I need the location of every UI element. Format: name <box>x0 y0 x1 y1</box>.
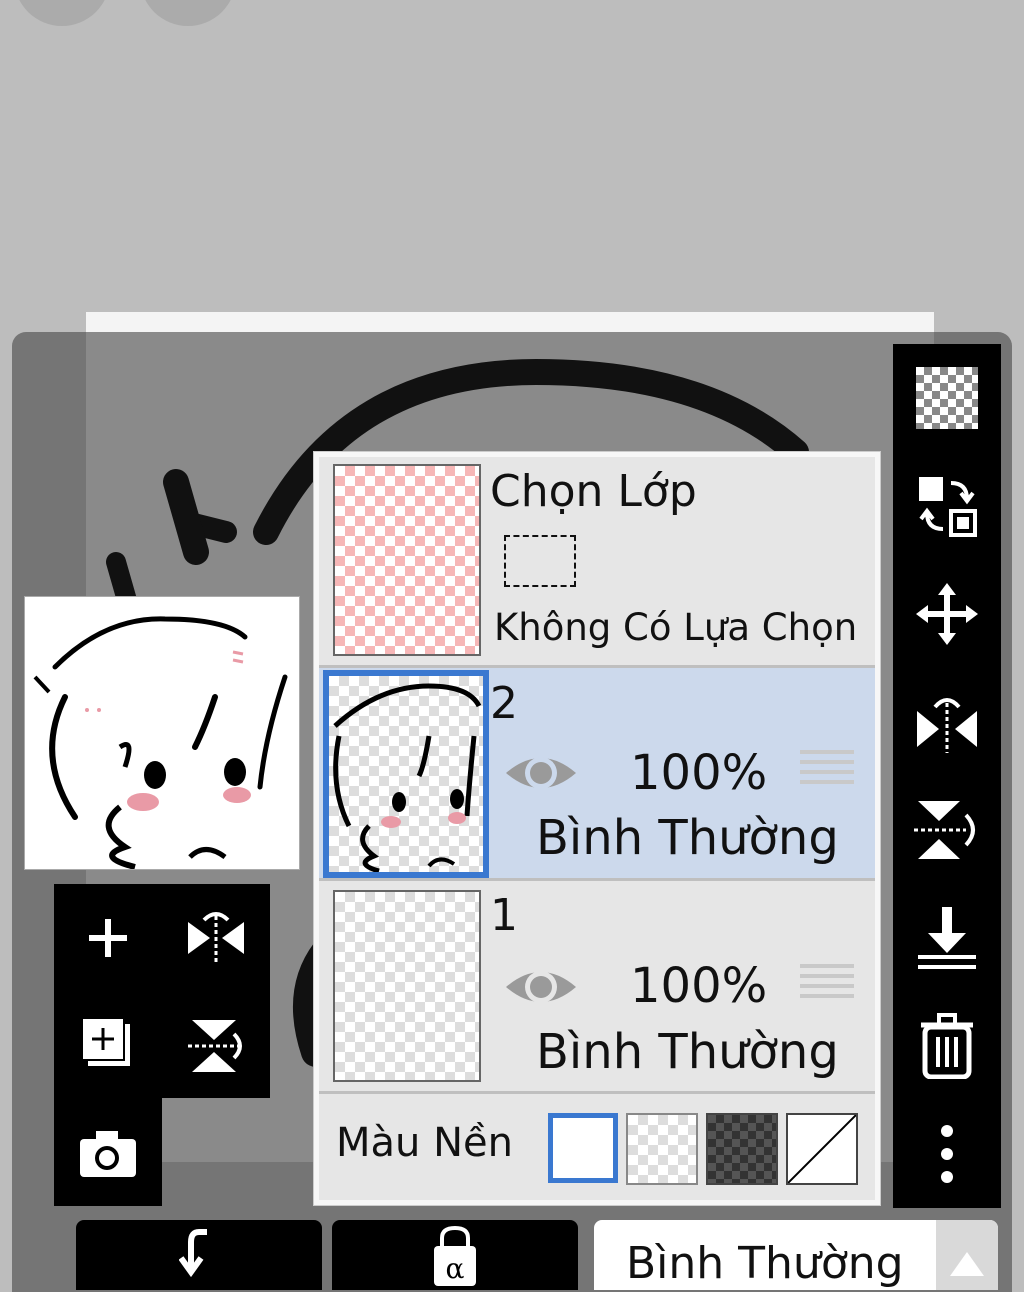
right-toolbar <box>893 344 1001 1208</box>
layer-1-thumbnail[interactable] <box>333 890 481 1082</box>
drag-handle-icon[interactable] <box>800 750 854 790</box>
layer-2-drawing <box>333 683 482 874</box>
preview-drawing <box>33 616 288 869</box>
layer-2-thumbnail[interactable] <box>323 670 489 878</box>
background-label: Màu Nền <box>336 1120 513 1166</box>
add-layer-icon[interactable] <box>58 888 158 988</box>
layer-2-blend: Bình Thường <box>536 810 839 866</box>
diagonal-icon <box>787 1114 857 1184</box>
layer-2-name: 2 <box>490 678 518 729</box>
layer-1-name: 1 <box>490 890 518 941</box>
selection-status: Không Có Lựa Chọn <box>494 606 858 649</box>
add-canvas-layer-icon[interactable] <box>58 996 158 1096</box>
merge-down-icon[interactable] <box>893 898 1001 978</box>
eye-icon[interactable] <box>504 748 578 802</box>
layer-1-opacity[interactable]: 100% <box>630 958 767 1014</box>
trash-icon[interactable] <box>893 1006 1001 1086</box>
flip-layer-horizontal-icon[interactable] <box>166 888 266 988</box>
flip-vertical-icon[interactable] <box>893 790 1001 870</box>
alpha-lock-icon: α <box>434 1226 476 1286</box>
selection-marquee-icon <box>504 535 576 587</box>
layer-1-blend: Bình Thường <box>536 1024 839 1080</box>
canvas-paper-edge <box>86 312 934 334</box>
eye-icon[interactable] <box>504 962 578 1016</box>
new-transparent-layer-icon[interactable] <box>893 358 1001 438</box>
move-icon[interactable] <box>893 574 1001 654</box>
flip-horizontal-icon[interactable] <box>893 682 1001 762</box>
selection-layer-thumbnail <box>333 464 481 656</box>
blend-mode-value: Bình Thường <box>626 1238 904 1289</box>
toolbar-circle-button[interactable] <box>14 0 110 26</box>
background-white-swatch[interactable] <box>548 1113 618 1183</box>
selection-layer-title: Chọn Lớp <box>490 466 697 517</box>
flip-layer-vertical-icon[interactable] <box>166 996 266 1096</box>
camera-icon[interactable] <box>58 1104 158 1204</box>
background-transparent-swatch[interactable] <box>626 1113 698 1185</box>
clipping-icon <box>179 1229 207 1278</box>
drag-handle-icon[interactable] <box>800 964 854 1004</box>
alpha-lock-label: α <box>446 1252 465 1285</box>
swap-layer-icon[interactable] <box>893 466 1001 546</box>
canvas-preview[interactable] <box>24 596 300 870</box>
toolbar-circle-button[interactable] <box>140 0 236 26</box>
background-dark-swatch[interactable] <box>706 1113 778 1185</box>
layer-2-opacity[interactable]: 100% <box>630 745 767 801</box>
more-icon[interactable] <box>893 1114 1001 1194</box>
background-none-swatch[interactable] <box>786 1113 858 1185</box>
